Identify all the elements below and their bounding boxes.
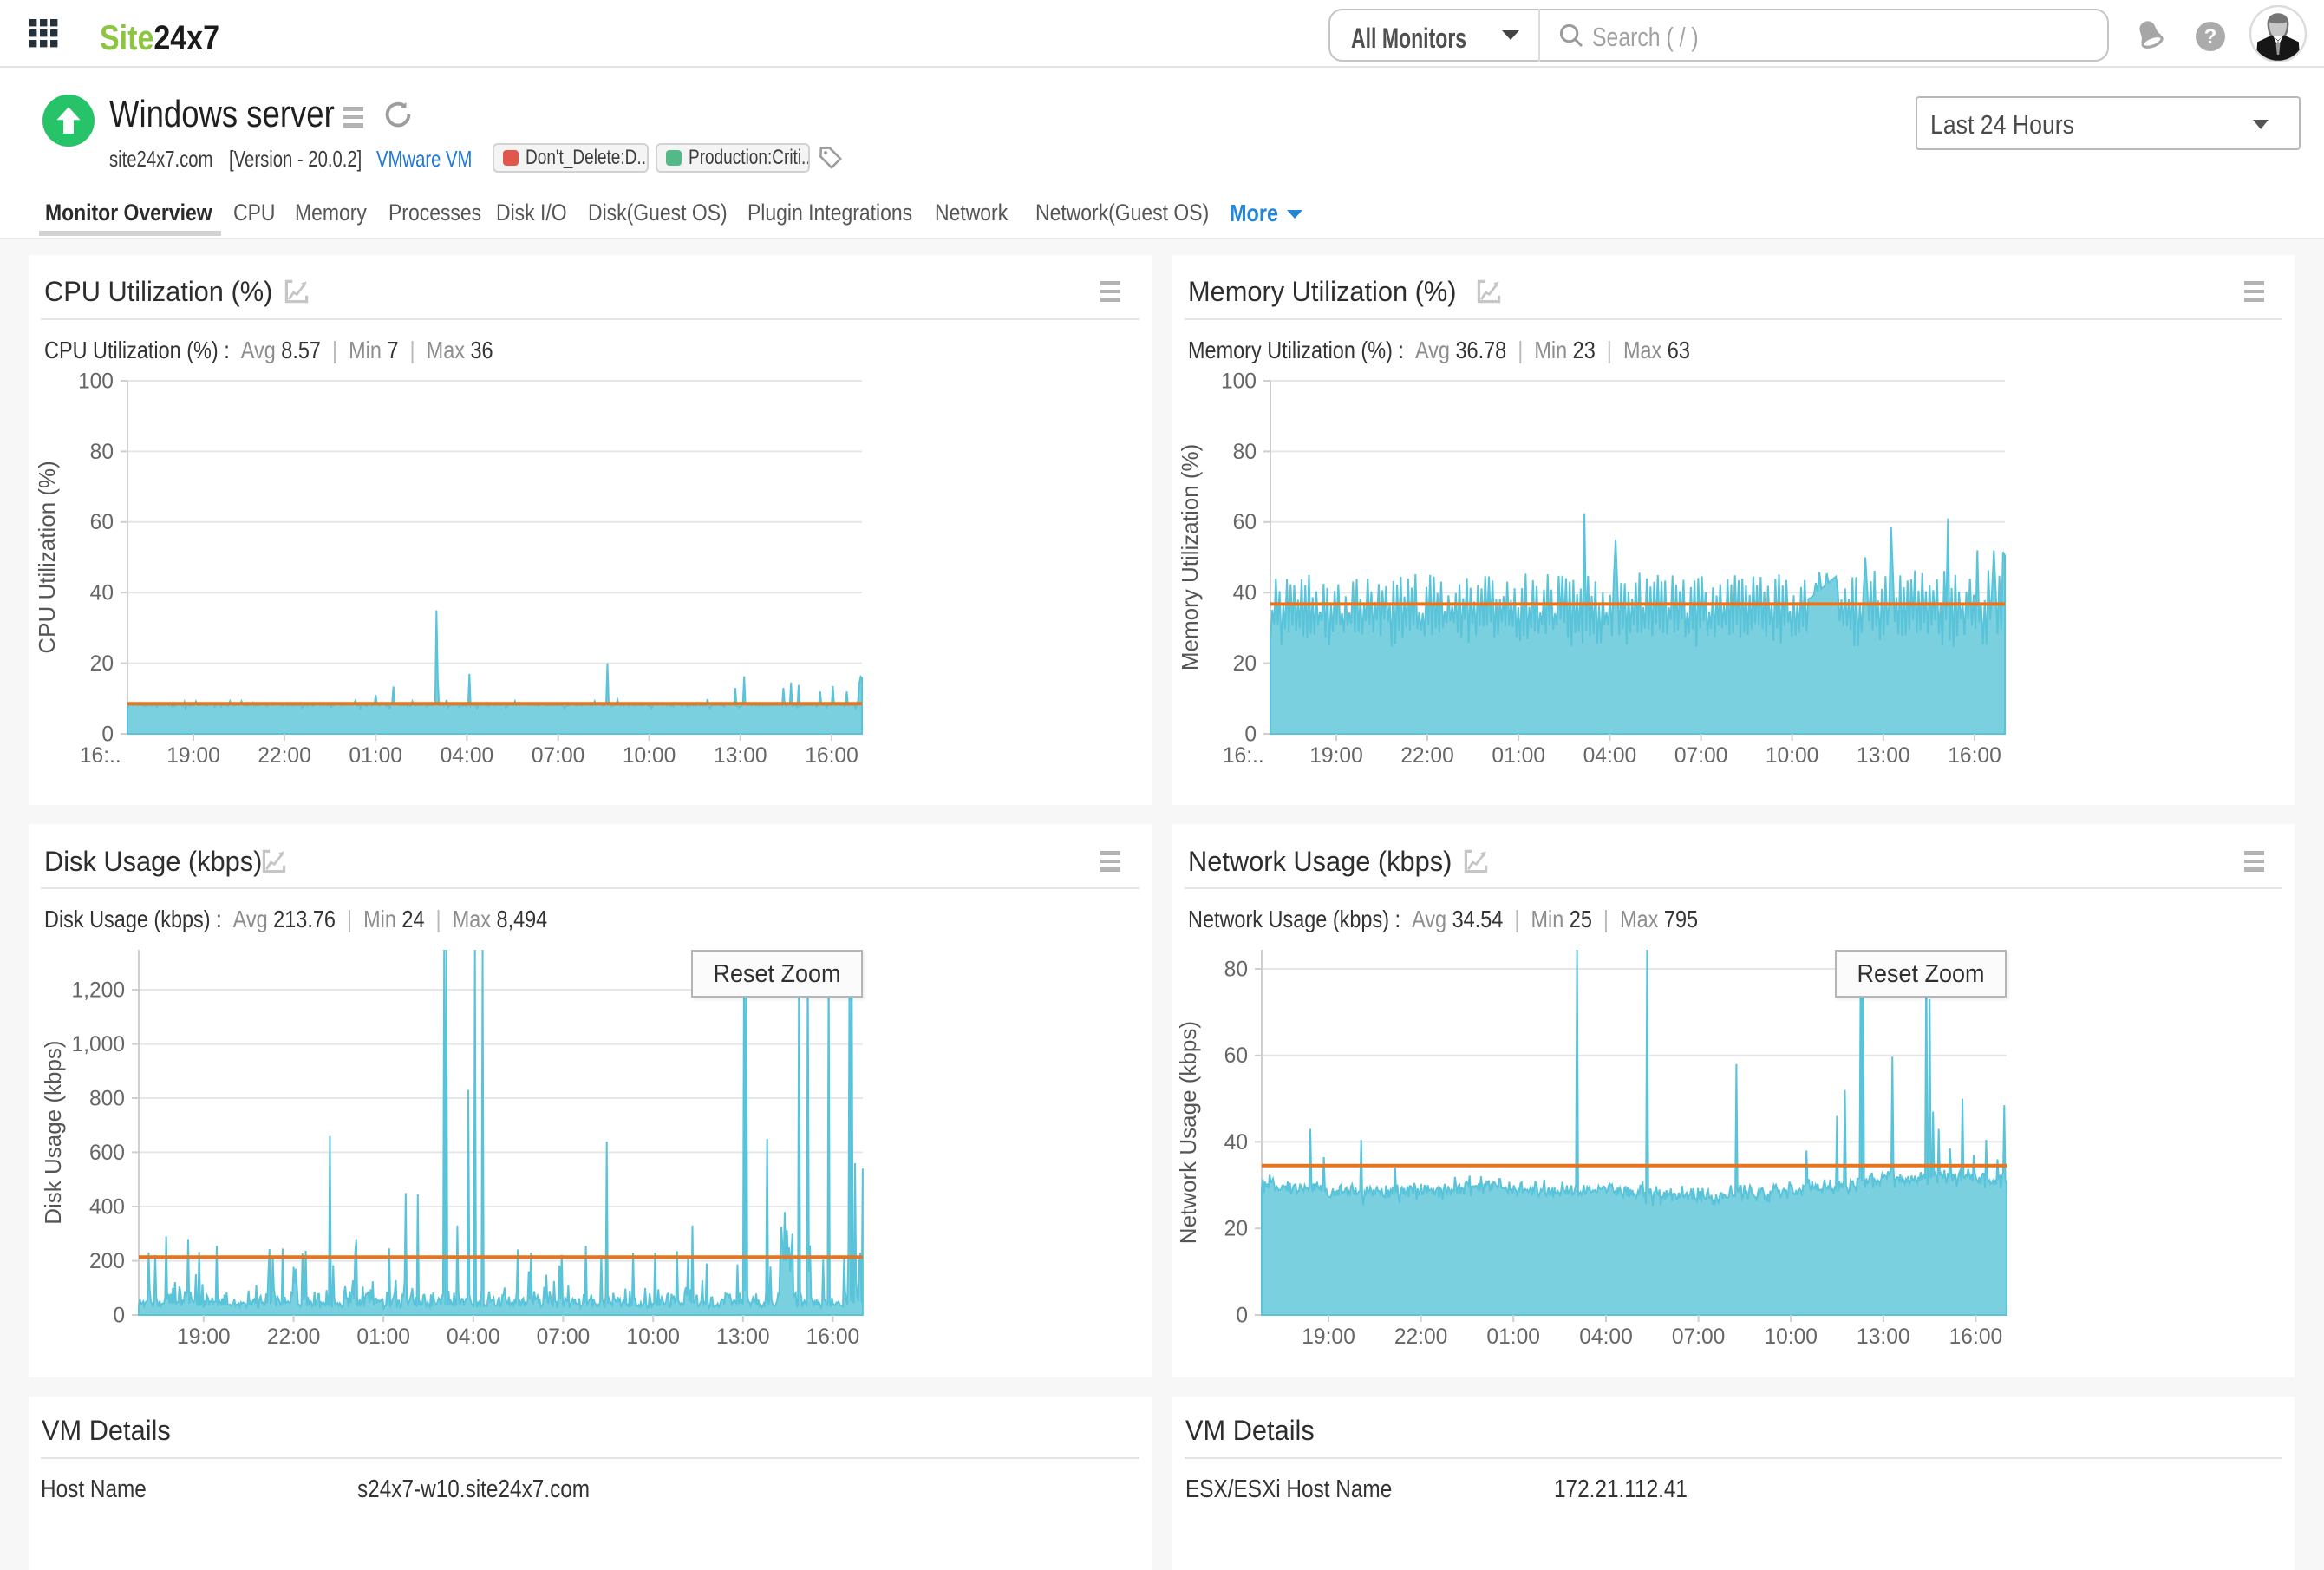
- svg-text:19:00: 19:00: [177, 1325, 231, 1349]
- svg-text:01:00: 01:00: [1486, 1325, 1540, 1349]
- svg-text:07:00: 07:00: [1674, 744, 1728, 768]
- svg-text:0: 0: [1236, 1304, 1248, 1327]
- svg-text:100: 100: [1221, 370, 1257, 393]
- svg-text:16:00: 16:00: [805, 744, 858, 768]
- svg-text:400: 400: [89, 1195, 125, 1219]
- svg-text:100: 100: [78, 370, 114, 393]
- svg-text:800: 800: [89, 1087, 125, 1110]
- svg-text:04:00: 04:00: [447, 1325, 500, 1349]
- svg-text:07:00: 07:00: [532, 744, 585, 768]
- svg-text:04:00: 04:00: [1579, 1325, 1633, 1349]
- svg-text:16:00: 16:00: [1949, 1325, 2003, 1349]
- svg-text:01:00: 01:00: [356, 1325, 410, 1349]
- svg-text:22:00: 22:00: [1400, 744, 1454, 768]
- svg-text:0: 0: [113, 1304, 125, 1327]
- svg-text:600: 600: [89, 1142, 125, 1165]
- svg-text:22:00: 22:00: [258, 744, 311, 768]
- svg-text:19:00: 19:00: [166, 744, 220, 768]
- svg-text:Disk Usage (kbps): Disk Usage (kbps): [40, 1040, 66, 1224]
- svg-text:10:00: 10:00: [1764, 1325, 1818, 1349]
- svg-text:13:00: 13:00: [714, 744, 767, 768]
- svg-text:60: 60: [1233, 511, 1257, 534]
- svg-text:40: 40: [90, 582, 114, 605]
- svg-text:1,200: 1,200: [71, 978, 125, 1002]
- svg-text:16:..: 16:..: [80, 744, 121, 768]
- svg-text:10:00: 10:00: [623, 744, 676, 768]
- svg-text:19:00: 19:00: [1302, 1325, 1355, 1349]
- svg-text:40: 40: [1233, 582, 1257, 605]
- svg-text:16:00: 16:00: [806, 1325, 860, 1349]
- svg-text:0: 0: [1244, 723, 1257, 746]
- svg-text:Network Usage (kbps): Network Usage (kbps): [1175, 1021, 1201, 1244]
- svg-text:16:00: 16:00: [1948, 744, 2001, 768]
- svg-text:07:00: 07:00: [537, 1325, 591, 1349]
- svg-text:Memory Utilization (%): Memory Utilization (%): [1177, 444, 1203, 671]
- svg-text:80: 80: [1233, 441, 1257, 464]
- svg-text:80: 80: [90, 441, 114, 464]
- svg-text:13:00: 13:00: [1857, 744, 1910, 768]
- svg-text:19:00: 19:00: [1309, 744, 1363, 768]
- svg-text:04:00: 04:00: [441, 744, 494, 768]
- svg-text:07:00: 07:00: [1672, 1325, 1726, 1349]
- svg-text:16:..: 16:..: [1223, 744, 1264, 768]
- svg-text:04:00: 04:00: [1583, 744, 1637, 768]
- svg-text:80: 80: [1224, 958, 1248, 981]
- svg-text:13:00: 13:00: [1857, 1325, 1910, 1349]
- svg-text:22:00: 22:00: [267, 1325, 321, 1349]
- svg-text:20: 20: [1224, 1218, 1248, 1241]
- svg-text:40: 40: [1224, 1131, 1248, 1155]
- svg-text:60: 60: [1224, 1044, 1248, 1068]
- svg-text:01:00: 01:00: [349, 744, 402, 768]
- svg-text:01:00: 01:00: [1492, 744, 1545, 768]
- svg-text:20: 20: [90, 652, 114, 676]
- svg-text:0: 0: [101, 723, 114, 746]
- svg-text:60: 60: [90, 511, 114, 534]
- svg-text:10:00: 10:00: [626, 1325, 680, 1349]
- svg-text:13:00: 13:00: [716, 1325, 770, 1349]
- svg-text:200: 200: [89, 1250, 125, 1273]
- svg-text:CPU Utilization (%): CPU Utilization (%): [34, 461, 60, 654]
- svg-text:22:00: 22:00: [1394, 1325, 1448, 1349]
- svg-text:1,000: 1,000: [71, 1033, 125, 1056]
- svg-text:10:00: 10:00: [1766, 744, 1819, 768]
- svg-text:20: 20: [1233, 652, 1257, 676]
